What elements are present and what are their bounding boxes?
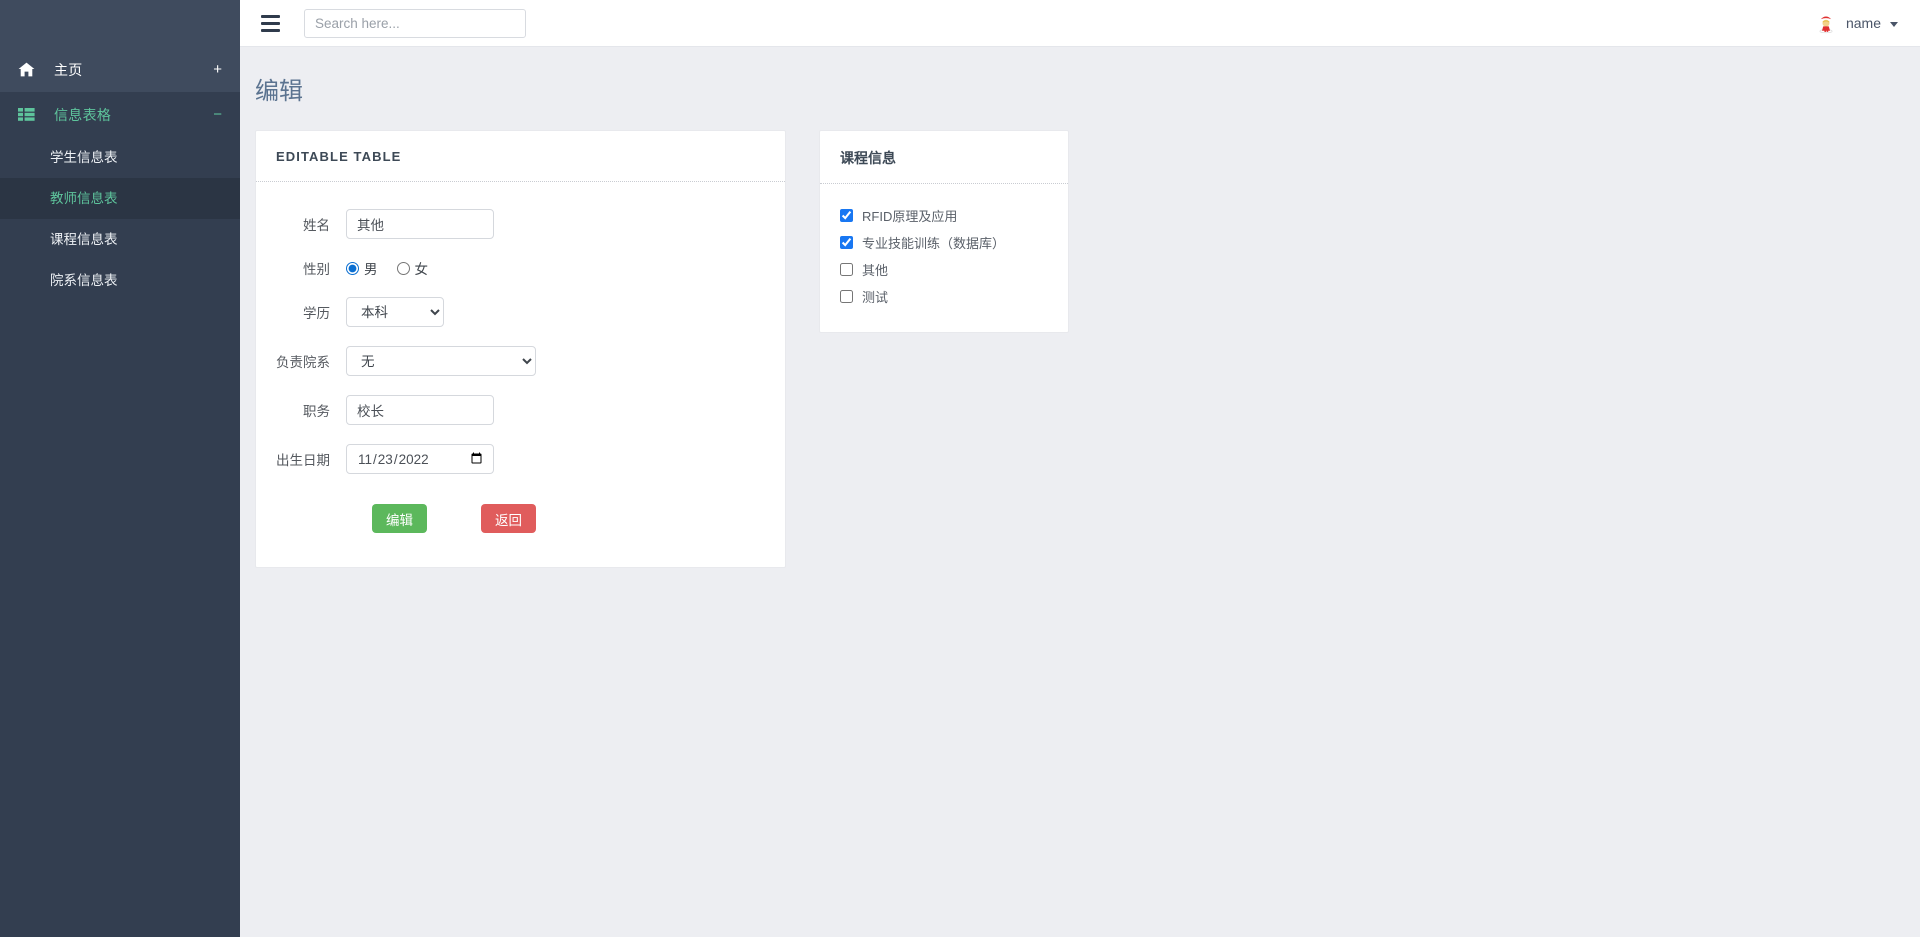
position-control — [346, 395, 785, 425]
department-control: 无 — [346, 346, 785, 376]
course-label-rfid: RFID原理及应用 — [862, 209, 958, 224]
sidebar-group-home-label: 主页 — [54, 61, 83, 78]
course-card-header: 课程信息 — [820, 131, 1068, 184]
user-menu[interactable]: name — [1815, 12, 1898, 34]
name-control — [346, 209, 785, 239]
course-label-test: 测试 — [862, 290, 889, 305]
gender-radio-female[interactable] — [396, 261, 410, 275]
sidebar-item-student-table[interactable]: 学生信息表 — [0, 137, 240, 178]
department-select[interactable]: 无 — [346, 346, 536, 376]
editable-card-header: EDITABLE TABLE — [256, 131, 785, 182]
birthdate-label: 出生日期 — [276, 453, 330, 468]
name-label: 姓名 — [303, 218, 330, 233]
course-label-skills: 专业技能训练（数据库） — [862, 236, 1006, 251]
sidebar-top-spacer — [0, 0, 240, 47]
form-row-education: 学历 本科 — [256, 297, 785, 327]
course-label-other: 其他 — [862, 263, 889, 278]
form-row-gender: 性别 男 女 — [256, 258, 785, 278]
gender-label: 性别 — [303, 262, 330, 277]
course-checkbox-test[interactable] — [840, 290, 853, 303]
course-checkbox-rfid[interactable] — [840, 209, 853, 222]
birthdate-input[interactable] — [346, 444, 494, 474]
hamburger-icon[interactable] — [248, 0, 292, 47]
sidebar-item-teacher-table[interactable]: 教师信息表 — [0, 178, 240, 219]
course-item-other[interactable]: 其他 — [820, 256, 1068, 283]
education-label: 学历 — [303, 306, 330, 321]
back-button[interactable]: 返回 — [481, 504, 536, 533]
sidebar-submenu: 学生信息表 教师信息表 课程信息表 院系信息表 — [0, 137, 240, 301]
gender-female-label: 女 — [414, 262, 429, 277]
education-select[interactable]: 本科 — [346, 297, 444, 327]
sidebar-group-home[interactable]: 主页 + — [0, 47, 240, 92]
course-checkbox-other[interactable] — [840, 263, 853, 276]
sidebar-group-tables[interactable]: 信息表格 − — [0, 92, 240, 137]
course-card-title: 课程信息 — [840, 150, 896, 166]
plus-icon[interactable]: + — [213, 62, 222, 77]
birthdate-control — [346, 444, 785, 474]
edit-form: 姓名 性别 男 — [256, 182, 785, 567]
gender-control: 男 女 — [346, 258, 785, 278]
avatar-icon — [1815, 12, 1837, 34]
editable-card-title: EDITABLE TABLE — [276, 149, 402, 164]
gender-option-male[interactable]: 男 — [346, 258, 378, 278]
sidebar-item-department-table[interactable]: 院系信息表 — [0, 260, 240, 301]
gender-male-label: 男 — [364, 262, 378, 277]
search-input[interactable] — [304, 8, 526, 38]
sidebar: 主页 + 信息表格 − 学生信息表 教师信息表 课程信息表 院系信息表 — [0, 0, 240, 937]
chevron-down-icon[interactable] — [1890, 21, 1898, 27]
course-item-skills[interactable]: 专业技能训练（数据库） — [820, 229, 1068, 256]
course-checkbox-skills[interactable] — [840, 236, 853, 249]
sidebar-item-course-table[interactable]: 课程信息表 — [0, 219, 240, 260]
form-row-birthdate: 出生日期 — [256, 444, 785, 474]
editable-table-card: EDITABLE TABLE 姓名 性别 — [255, 130, 786, 568]
sidebar-group-tables-label: 信息表格 — [54, 106, 112, 123]
form-row-name: 姓名 — [256, 209, 785, 239]
course-item-test[interactable]: 测试 — [820, 283, 1068, 310]
course-info-card: 课程信息 RFID原理及应用 专业技能训练（数据库） 其他 测试 — [819, 130, 1069, 333]
gender-option-female[interactable]: 女 — [396, 258, 429, 278]
course-item-rfid[interactable]: RFID原理及应用 — [820, 202, 1068, 229]
edit-button[interactable]: 编辑 — [372, 504, 427, 533]
position-label: 职务 — [303, 404, 330, 419]
app-root: 主页 + 信息表格 − 学生信息表 教师信息表 课程信息表 院系信息表 Sear… — [0, 0, 1920, 937]
gender-radio-male[interactable] — [346, 261, 359, 275]
cards-row: EDITABLE TABLE 姓名 性别 — [255, 130, 1920, 568]
name-input[interactable] — [346, 209, 494, 239]
top-header: name — [240, 0, 1920, 47]
minus-icon[interactable]: − — [213, 107, 222, 122]
form-row-department: 负责院系 无 — [256, 346, 785, 376]
main-content: 编辑 EDITABLE TABLE 姓名 性别 — [240, 47, 1920, 937]
home-icon — [18, 62, 40, 77]
page-title: 编辑 — [255, 78, 303, 105]
course-checkbox-list: RFID原理及应用 专业技能训练（数据库） 其他 测试 — [820, 184, 1068, 332]
user-name-label: name — [1845, 15, 1881, 31]
form-row-position: 职务 — [256, 395, 785, 425]
table-list-icon — [18, 108, 40, 121]
position-input[interactable] — [346, 395, 494, 425]
education-control: 本科 — [346, 297, 785, 327]
department-label: 负责院系 — [276, 355, 330, 370]
form-buttons: 编辑 返回 — [256, 504, 785, 533]
search-container — [304, 8, 526, 38]
